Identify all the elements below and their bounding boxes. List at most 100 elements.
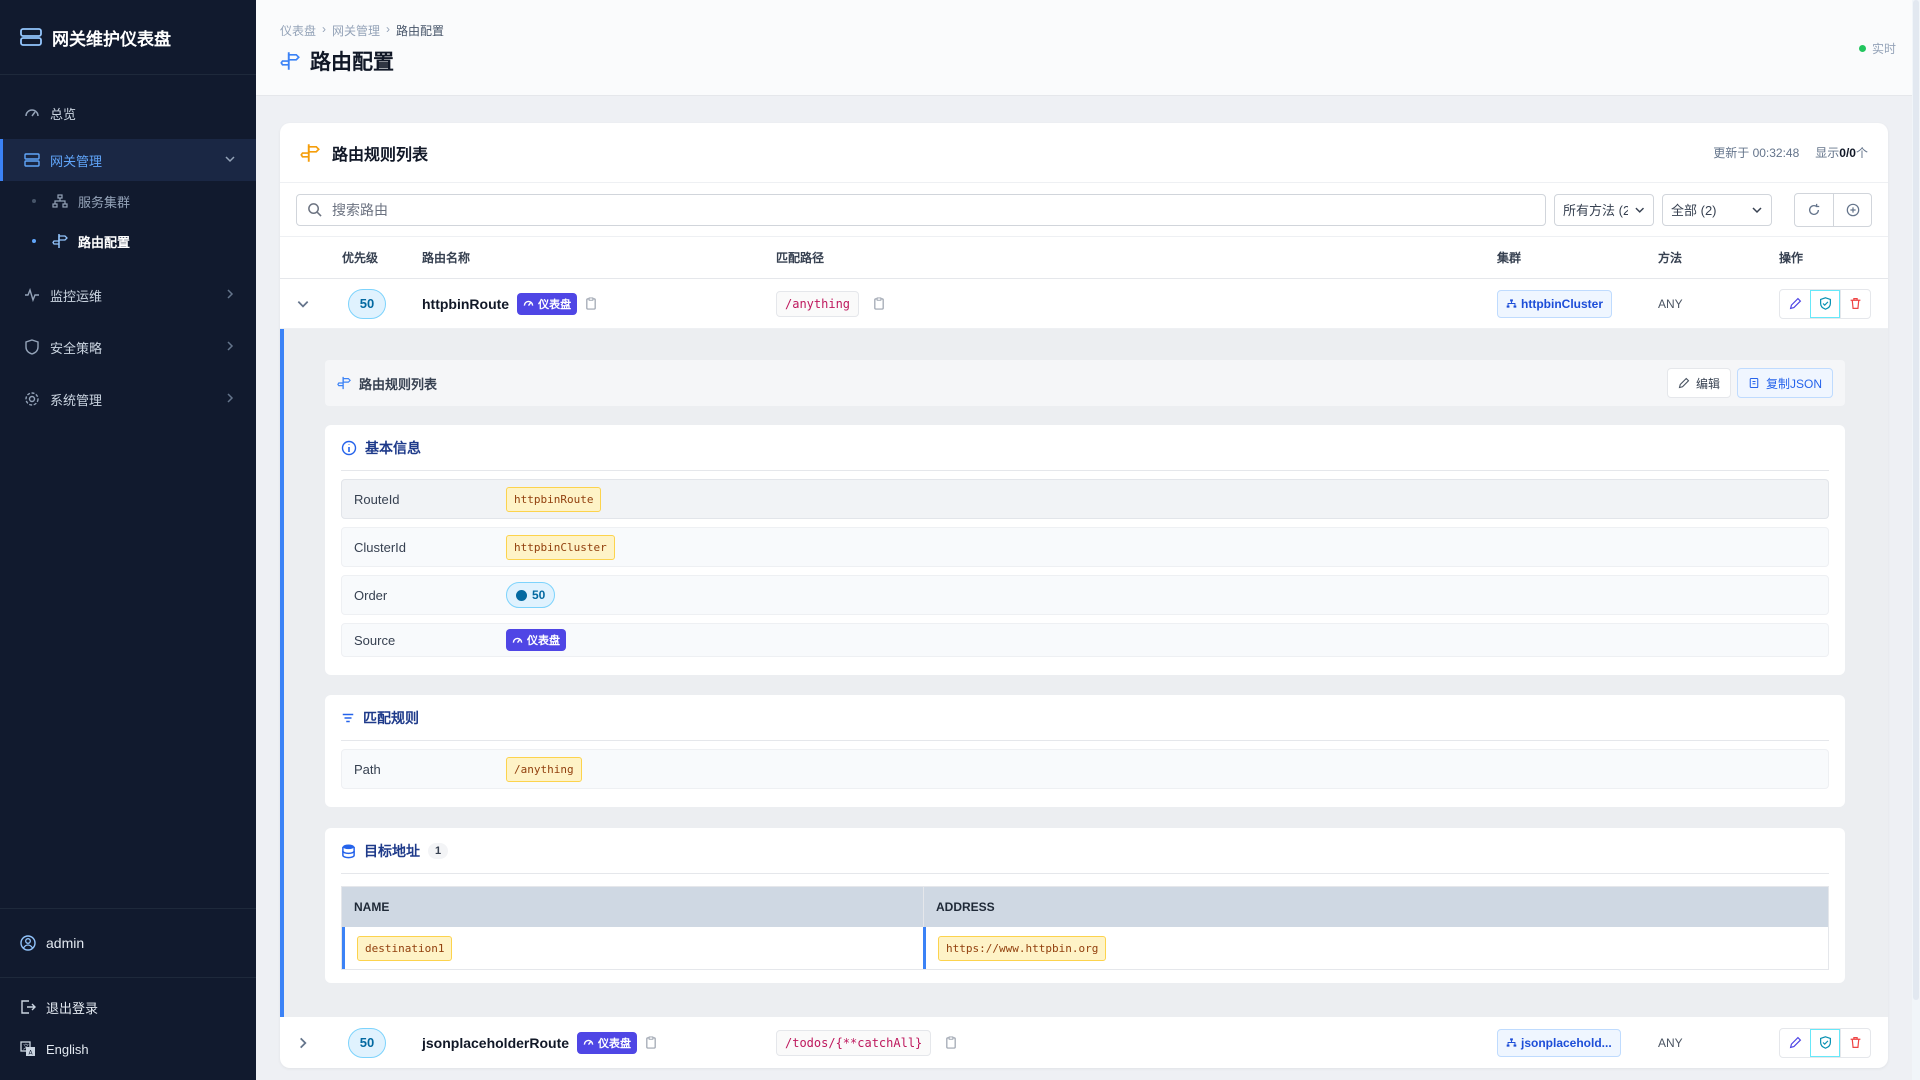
field-key: Path [354,761,381,777]
server-icon [20,28,42,46]
route-name-text: jsonplaceholderRoute [422,1034,570,1051]
edit-button[interactable] [1780,290,1810,318]
brand[interactable]: 网关维护仪表盘 [0,0,256,75]
source-badge: 仪表盘 [517,292,578,315]
refresh-icon [1808,203,1820,215]
section-title-text: 基本信息 [365,439,421,456]
scrollbar-thumb[interactable] [1913,0,1919,1000]
field-key: Order [354,587,388,603]
breadcrumb: 仪表盘 › 网关管理 › 路由配置 [280,22,444,39]
dashboard-icon [512,637,523,643]
order-dot-icon [516,589,527,601]
column-header: NAME [354,900,390,914]
path-cell: /todos/{**catchAll} [776,1029,957,1056]
plus-circle-icon [1846,203,1859,216]
user-profile[interactable]: admin [0,908,256,978]
field-value: /anything [506,756,582,782]
copy-json-label: 复制JSON [1765,376,1822,391]
delete-button[interactable] [1840,289,1870,318]
method-filter-select[interactable]: 所有方法 (2) [1554,193,1654,226]
field-row: ClusterId httpbinCluster [341,527,1829,567]
breadcrumb-item-dashboard[interactable]: 仪表盘 [280,22,316,39]
order-value: 50 [532,588,546,602]
cluster-link[interactable]: httpbinCluster [1497,289,1612,318]
sidebar-item-overview[interactable]: 总览 [0,87,256,139]
cluster-link-label: httpbinCluster [1521,296,1603,311]
field-row: RouteId httpbinRoute [341,479,1829,519]
table-row[interactable]: 50 httpbinRoute 仪表盘 /anything httpbinClu… [280,279,1888,329]
sidebar-item-system[interactable]: 系统管理 [0,373,256,425]
copy-json-button[interactable]: 复制JSON [1736,368,1833,398]
column-header[interactable]: 路由名称 [422,249,470,266]
path-pill: /todos/{**catchAll} [776,1029,932,1056]
column-header[interactable]: 优先级 [342,249,378,266]
shield-check-icon [1819,1036,1831,1049]
method-label: ANY [1658,296,1683,311]
chevron-down-icon [1634,207,1644,213]
row-actions [1779,1027,1871,1058]
breadcrumb-item-gateway[interactable]: 网关管理 [332,22,380,39]
detail-edit-label: 编辑 [1695,376,1720,391]
shield-check-icon [1819,297,1831,310]
table-row[interactable]: 50 jsonplaceholderRoute 仪表盘 /todos/{**ca… [280,1017,1888,1068]
pencil-icon [1678,377,1690,389]
destination-name: destination1 [357,935,453,961]
app-title: 网关维护仪表盘 [52,29,171,49]
clipboard-icon[interactable] [945,1036,957,1049]
cluster-link[interactable]: jsonplacehold... [1497,1028,1621,1057]
signpost-icon [280,52,300,70]
chevron-right-icon [224,340,236,355]
last-updated: 更新于 00:32:48 [1713,146,1800,160]
clipboard-icon[interactable] [585,297,597,310]
sidebar-item-label: 安全策略 [50,340,103,356]
security-button[interactable] [1810,289,1840,318]
field-row: Source 仪表盘 [341,623,1829,657]
info-icon [341,440,357,455]
column-header[interactable]: 集群 [1497,249,1521,266]
trash-icon [1850,1037,1861,1048]
column-header[interactable]: 匹配路径 [776,249,824,266]
language-label: English [46,1041,89,1057]
search-icon [308,203,322,217]
field-key: ClusterId [354,539,407,555]
scope-filter-select[interactable]: 全部 (2) [1662,193,1772,226]
route-name: httpbinRoute 仪表盘 [422,292,597,315]
sidebar-item-label: 路由配置 [78,234,131,250]
column-header: 操作 [1779,251,1804,265]
edit-button[interactable] [1780,1029,1810,1057]
search-input[interactable] [332,201,1545,218]
page-scrollbar[interactable] [1912,0,1920,1080]
column-header[interactable]: 方法 [1658,249,1682,266]
security-button[interactable] [1810,1028,1840,1057]
column-header: ADDRESS [923,887,1828,927]
server-icon [24,153,40,167]
clipboard-icon[interactable] [873,297,885,310]
toolbar: 所有方法 (2) 全部 (2) [280,183,1888,237]
logout-button[interactable]: 退出登录 [0,986,256,1028]
field-value: httpbinCluster [506,534,615,560]
sidebar-item-label: 服务集群 [78,194,131,210]
destinations-table-header: NAME ADDRESS [342,887,1828,927]
logout-icon [21,1000,36,1014]
chevron-down-icon [1752,206,1762,213]
detail-edit-button[interactable]: 编辑 [1666,368,1731,398]
sidebar-item-routes[interactable]: 路由配置 [0,221,256,261]
sidebar-item-gateway[interactable]: 网关管理 [0,139,256,181]
detail-actions: 编辑 复制JSON [1666,368,1833,398]
path-pill: /anything [776,290,860,317]
field-row: Order 50 [341,575,1829,615]
page-title-text: 路由配置 [310,51,394,74]
card-header: 路由规则列表 更新于 00:32:48 显示0/0个 [280,123,1888,183]
sidebar-item-clusters[interactable]: 服务集群 [0,181,256,221]
chevron-down-icon[interactable] [296,297,310,311]
chevron-right-icon[interactable] [296,1036,310,1050]
sidebar-item-monitoring[interactable]: 监控运维 [0,269,256,321]
clipboard-icon[interactable] [645,1036,657,1049]
add-route-button[interactable] [1833,193,1871,226]
sidebar-item-security[interactable]: 安全策略 [0,321,256,373]
destinations-table: NAME ADDRESS destination1 https://www.ht… [341,886,1829,970]
refresh-button[interactable] [1795,194,1833,226]
delete-button[interactable] [1840,1028,1870,1057]
language-switcher[interactable]: 文A English [0,1028,256,1070]
field-key: RouteId [354,491,400,507]
